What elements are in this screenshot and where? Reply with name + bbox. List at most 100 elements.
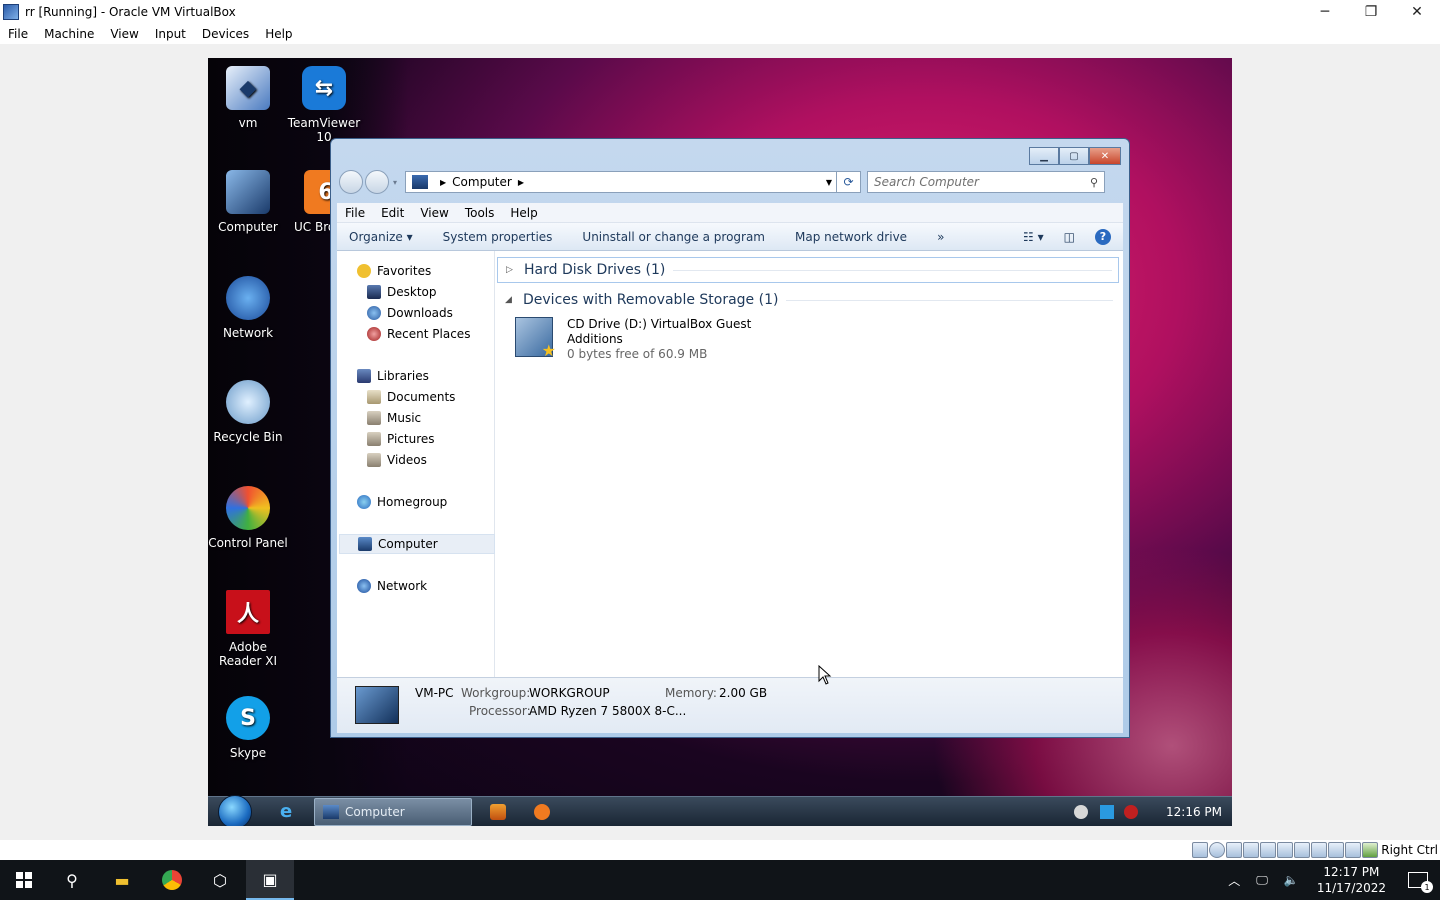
host-menu-machine[interactable]: Machine [36, 27, 102, 41]
chrome-icon[interactable] [148, 860, 196, 900]
nav-videos[interactable]: Videos [367, 450, 427, 470]
file-explorer-icon[interactable]: ▬ [98, 860, 146, 900]
show-hidden-icons-chevron-icon[interactable]: ︿ [1228, 872, 1240, 889]
tray-volume-icon[interactable] [1124, 805, 1138, 819]
uc-browser-icon[interactable] [534, 804, 550, 820]
host-menu-view[interactable]: View [102, 27, 146, 41]
desktop-icon-adobe-reader[interactable]: 人 Adobe Reader XI [208, 590, 288, 668]
desktop-icon-computer[interactable]: Computer [208, 170, 288, 234]
breadcrumb-separator-icon[interactable]: ▶ [440, 178, 446, 187]
status-recording-icon[interactable] [1311, 842, 1328, 858]
status-mouse-integration-icon[interactable] [1345, 842, 1362, 858]
change-view-icon[interactable]: ☷ ▾ [1023, 230, 1044, 244]
refresh-button[interactable]: ⟳ [837, 171, 862, 193]
volume-icon[interactable]: 🔈 [1284, 873, 1299, 887]
network-icon[interactable]: 🖵 [1256, 873, 1268, 888]
nav-documents[interactable]: Documents [367, 387, 455, 407]
menu-view[interactable]: View [412, 206, 456, 220]
status-display-icon[interactable] [1294, 842, 1311, 858]
help-icon[interactable]: ? [1095, 228, 1111, 245]
desktop-icon-control-panel[interactable]: Control Panel [208, 486, 288, 550]
nav-downloads[interactable]: Downloads [367, 303, 453, 323]
status-usb-icon[interactable] [1260, 842, 1277, 858]
status-keyboard-icon[interactable] [1362, 842, 1379, 858]
menu-file[interactable]: File [337, 206, 373, 220]
desktop-icon-uc-browser[interactable]: 6 UC Bro [284, 170, 330, 234]
status-shared-folders-icon[interactable] [1277, 842, 1294, 858]
organize-button[interactable]: Organize ▾ [337, 230, 428, 244]
system-clock[interactable]: 12:17 PM 11/17/2022 [1317, 864, 1386, 896]
explorer-maximize-button[interactable]: ▢ [1059, 147, 1089, 165]
search-icon[interactable]: ⚲ [1090, 176, 1098, 189]
status-network-icon[interactable] [1243, 842, 1260, 858]
nav-favorites[interactable]: Favorites [357, 261, 431, 281]
explorer-minimize-button[interactable]: ▁ [1029, 147, 1059, 165]
desktop-icon-teamviewer[interactable]: ⇆ TeamViewer 10 [284, 66, 364, 144]
tray-flag-icon[interactable] [1074, 805, 1088, 819]
uc-browser-icon: 6 [304, 170, 330, 214]
nav-pictures[interactable]: Pictures [367, 429, 435, 449]
back-button[interactable] [339, 170, 363, 194]
menu-edit[interactable]: Edit [373, 206, 412, 220]
host-menu-help[interactable]: Help [257, 27, 300, 41]
map-network-drive-button[interactable]: Map network drive [780, 230, 922, 244]
status-audio-icon[interactable] [1226, 842, 1243, 858]
favorites-star-icon [357, 264, 371, 278]
address-bar[interactable]: ▶ Computer ▶ ▼ [405, 171, 838, 193]
nav-desktop[interactable]: Desktop [367, 282, 437, 302]
windows-start-button[interactable] [0, 860, 48, 900]
internet-explorer-icon[interactable]: e [280, 803, 298, 821]
guest-screen[interactable]: ◆ vm ⇆ TeamViewer 10 Computer 6 UC Bro N… [208, 58, 1232, 826]
desktop-icon-recycle-bin[interactable]: Recycle Bin [208, 380, 288, 444]
nav-music[interactable]: Music [367, 408, 421, 428]
nav-recent-places[interactable]: Recent Places [367, 324, 470, 344]
status-optical-drive-icon[interactable] [1209, 842, 1226, 858]
media-player-icon[interactable] [490, 804, 506, 820]
collapse-arrow-icon[interactable]: ◢ [505, 295, 517, 305]
status-hard-disk-icon[interactable] [1192, 842, 1209, 858]
virtualbox-vm-taskbar-icon[interactable]: ▣ [246, 860, 294, 900]
start-orb-icon[interactable] [218, 795, 252, 826]
search-icon[interactable]: ⚲ [48, 860, 96, 900]
menu-tools[interactable]: Tools [457, 206, 503, 220]
preview-pane-icon[interactable]: ◫ [1064, 230, 1075, 244]
group-removable-storage[interactable]: ◢ Devices with Removable Storage (1) [497, 287, 1119, 313]
more-commands-button[interactable]: » [922, 230, 959, 244]
expand-arrow-icon[interactable]: ▷ [506, 265, 518, 275]
guest-clock[interactable]: 12:16 PM [1166, 805, 1222, 819]
address-dropdown-icon[interactable]: ▼ [826, 178, 832, 187]
desktop-icon-vm[interactable]: ◆ vm [208, 66, 288, 130]
group-hard-disk-drives[interactable]: ▷ Hard Disk Drives (1) [497, 257, 1119, 283]
forward-button[interactable] [365, 170, 389, 194]
nav-homegroup[interactable]: Homegroup [357, 492, 447, 512]
search-input[interactable]: Search Computer ⚲ [867, 171, 1106, 193]
cd-drive-item[interactable]: CD Drive (D:) VirtualBox Guest Additions… [515, 317, 751, 362]
breadcrumb-separator-icon[interactable]: ▶ [518, 178, 524, 187]
explorer-close-button[interactable]: ✕ [1089, 147, 1121, 165]
virtualbox-manager-icon[interactable]: ⬡ [196, 860, 244, 900]
desktop-icon-skype[interactable]: S Skype [208, 696, 288, 760]
restore-button[interactable]: ❐ [1348, 0, 1394, 24]
menu-help[interactable]: Help [502, 206, 545, 220]
minimize-button[interactable]: ─ [1302, 0, 1348, 24]
desktop-icon-network[interactable]: Network [208, 276, 288, 340]
host-window-controls: ─ ❐ ✕ [1302, 0, 1440, 24]
host-key-label: Right Ctrl [1381, 843, 1438, 857]
breadcrumb-computer[interactable]: Computer [452, 175, 512, 189]
nav-network[interactable]: Network [357, 576, 427, 596]
uninstall-program-button[interactable]: Uninstall or change a program [567, 230, 780, 244]
host-menu-devices[interactable]: Devices [194, 27, 257, 41]
tray-network-icon[interactable] [1100, 805, 1114, 819]
nav-computer[interactable]: Computer [339, 534, 495, 554]
status-cpu-icon[interactable] [1328, 842, 1345, 858]
system-properties-button[interactable]: System properties [428, 230, 568, 244]
clock-time: 12:17 PM [1323, 865, 1380, 879]
recent-pages-chevron-icon[interactable]: ▾ [393, 178, 397, 187]
taskbar-button-computer[interactable]: Computer [314, 798, 472, 826]
notification-center-icon[interactable]: 1 [1408, 872, 1433, 893]
close-button[interactable]: ✕ [1394, 0, 1440, 24]
host-menu-input[interactable]: Input [147, 27, 194, 41]
explorer-window[interactable]: ▁ ▢ ✕ ▾ ▶ Computer ▶ ▼ ⟳ Search Computer… [330, 138, 1130, 738]
host-menu-file[interactable]: File [0, 27, 36, 41]
nav-libraries[interactable]: Libraries [357, 366, 429, 386]
